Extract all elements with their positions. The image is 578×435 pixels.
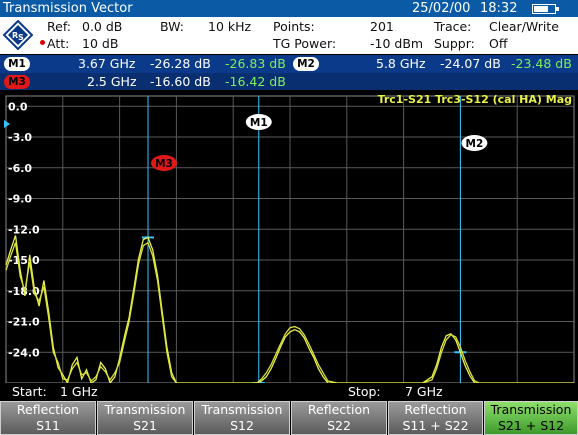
y-tick-label: -21.0 <box>8 316 40 329</box>
plot-grid <box>5 95 575 383</box>
svg-text:S: S <box>18 33 24 42</box>
y-tick-label: -6.0 <box>8 162 32 175</box>
tg-power-value: -10 dBm <box>370 36 424 51</box>
start-label: Start: <box>12 384 47 399</box>
analyzer-screen: Transmission Vector 25/02/00 18:32 R S R… <box>0 0 578 435</box>
marker-badge-m1[interactable]: M1 <box>4 57 30 71</box>
marker-labels: M1 M2 M3 <box>151 114 488 171</box>
marker-label-m2: M2 <box>461 135 488 151</box>
suppr-value: Off <box>489 36 508 51</box>
marker-label-text: M2 <box>466 138 484 150</box>
att-value: 10 dB <box>82 36 119 51</box>
marker-m3-value-2: -16.42 dB <box>225 74 286 89</box>
stop-label: Stop: <box>348 384 381 399</box>
stop-value: 7 GHz <box>405 384 443 399</box>
battery-level <box>534 6 548 12</box>
marker-label-m1: M1 <box>245 114 272 130</box>
marker-m2-value-2: -23.48 dB <box>511 56 572 71</box>
marker-label-text: M1 <box>250 117 268 129</box>
tg-power-label: TG Power: <box>273 36 337 51</box>
mode-title: Transmission Vector <box>3 1 133 16</box>
bw-value: 10 kHz <box>208 19 252 34</box>
title-bar: Transmission Vector 25/02/00 18:32 <box>0 0 578 17</box>
marker-m3-freq: 2.5 GHz <box>87 74 137 89</box>
softkey-reflection-s11-s22[interactable]: Reflection S11 + S22 <box>388 401 483 435</box>
trace-diagram[interactable]: 0.0-3.0-6.0-9.0-12.0-15.0-18.0-21.0-24.0… <box>0 90 578 383</box>
y-tick-label: -12.0 <box>8 223 40 236</box>
y-tick-label: -24.0 <box>8 346 40 359</box>
points-label: Points: <box>273 19 315 34</box>
softkey-sublabel: S22 <box>327 418 351 433</box>
trace-value: Clear/Write <box>489 19 559 34</box>
marker-m3-value-1: -16.60 dB <box>150 74 211 89</box>
softkey-bar: Reflection S11 Transmission S21 Transmissi… <box>0 400 578 435</box>
softkey-transmission-s12[interactable]: Transmission S12 <box>194 401 290 435</box>
settings-panel: R S Ref: 0.0 dB Att: 10 dB BW: 10 kHz Po… <box>0 17 578 54</box>
marker-m1-value-1: -26.28 dB <box>150 56 211 71</box>
marker-info-row: M3 2.5 GHz -16.60 dB -16.42 dB <box>0 73 578 91</box>
suppr-label: Suppr: <box>434 36 475 51</box>
marker-badge-m2[interactable]: M2 <box>293 57 319 71</box>
measurement-plot[interactable]: 0.0 -3.0 -6.0 -9.0 -12.0 -15.0 -18.0 -21.0 -24.0… <box>0 90 578 383</box>
start-value: 1 GHz <box>60 384 98 399</box>
softkey-sublabel: S11 + S22 <box>402 418 469 433</box>
softkey-sublabel: S12 <box>230 418 254 433</box>
marker-m1-value-2: -26.83 dB <box>225 56 286 71</box>
y-tick-label: -15.0 <box>8 254 40 267</box>
att-label: Att: <box>47 36 70 51</box>
sweep-range-bar: Start: 1 GHz Stop: 7 GHz <box>0 383 578 400</box>
y-axis-ticks: 0.0-3.0-6.0-9.0-12.0-15.0-18.0-21.0-24.0 <box>8 100 40 359</box>
att-indicator-icon <box>40 40 45 45</box>
softkey-sublabel: S21 + S12 <box>497 418 565 433</box>
softkey-label: Reflection <box>404 402 467 417</box>
softkey-label: Reflection <box>16 402 80 417</box>
marker-lines <box>142 96 467 383</box>
trace-legend: Trc1-S21 Trc3-S12 (cal HA) Mag <box>378 93 572 106</box>
time-display: 18:32 <box>480 1 518 16</box>
softkey-label: Transmission <box>201 402 283 417</box>
marker-m2-freq: 5.8 GHz <box>376 56 426 71</box>
battery-icon <box>532 4 559 14</box>
marker-m2-value-1: -24.07 dB <box>440 56 501 71</box>
softkey-label: Transmission <box>104 402 186 417</box>
softkey-reflection-s22[interactable]: Reflection S22 <box>291 401 387 435</box>
marker-badge-m3[interactable]: M3 <box>4 75 30 89</box>
ref-label: Ref: <box>47 19 71 34</box>
points-value: 201 <box>370 19 394 34</box>
rohde-schwarz-logo: R S <box>3 20 33 50</box>
marker-info-row: M1 3.67 GHz -26.28 dB -26.83 dB M2 5.8 G… <box>0 55 578 73</box>
marker-m1-freq: 3.67 GHz <box>78 56 136 71</box>
marker-label-m3: M3 <box>151 155 177 171</box>
softkey-transmission-s21[interactable]: Transmission S21 <box>97 401 193 435</box>
softkey-label: Transmission <box>490 402 572 417</box>
ref-value: 0.0 dB <box>82 19 123 34</box>
softkey-sublabel: S11 <box>36 418 60 433</box>
y-tick-label: 0.0 <box>8 100 28 113</box>
trace-label: Trace: <box>434 19 472 34</box>
bw-label: BW: <box>160 19 184 34</box>
marker-label-text: M3 <box>155 158 173 170</box>
softkey-label: Reflection <box>307 402 371 417</box>
y-tick-label: -3.0 <box>8 131 32 144</box>
softkey-transmission-s21-s12[interactable]: Transmission S21 + S12 <box>484 401 578 435</box>
softkey-reflection-s11[interactable]: Reflection S11 <box>0 401 96 435</box>
softkey-sublabel: S21 <box>133 418 157 433</box>
ref-level-arrow-icon[interactable] <box>4 120 10 128</box>
date-display: 25/02/00 <box>412 1 471 16</box>
y-tick-label: -9.0 <box>8 193 32 206</box>
